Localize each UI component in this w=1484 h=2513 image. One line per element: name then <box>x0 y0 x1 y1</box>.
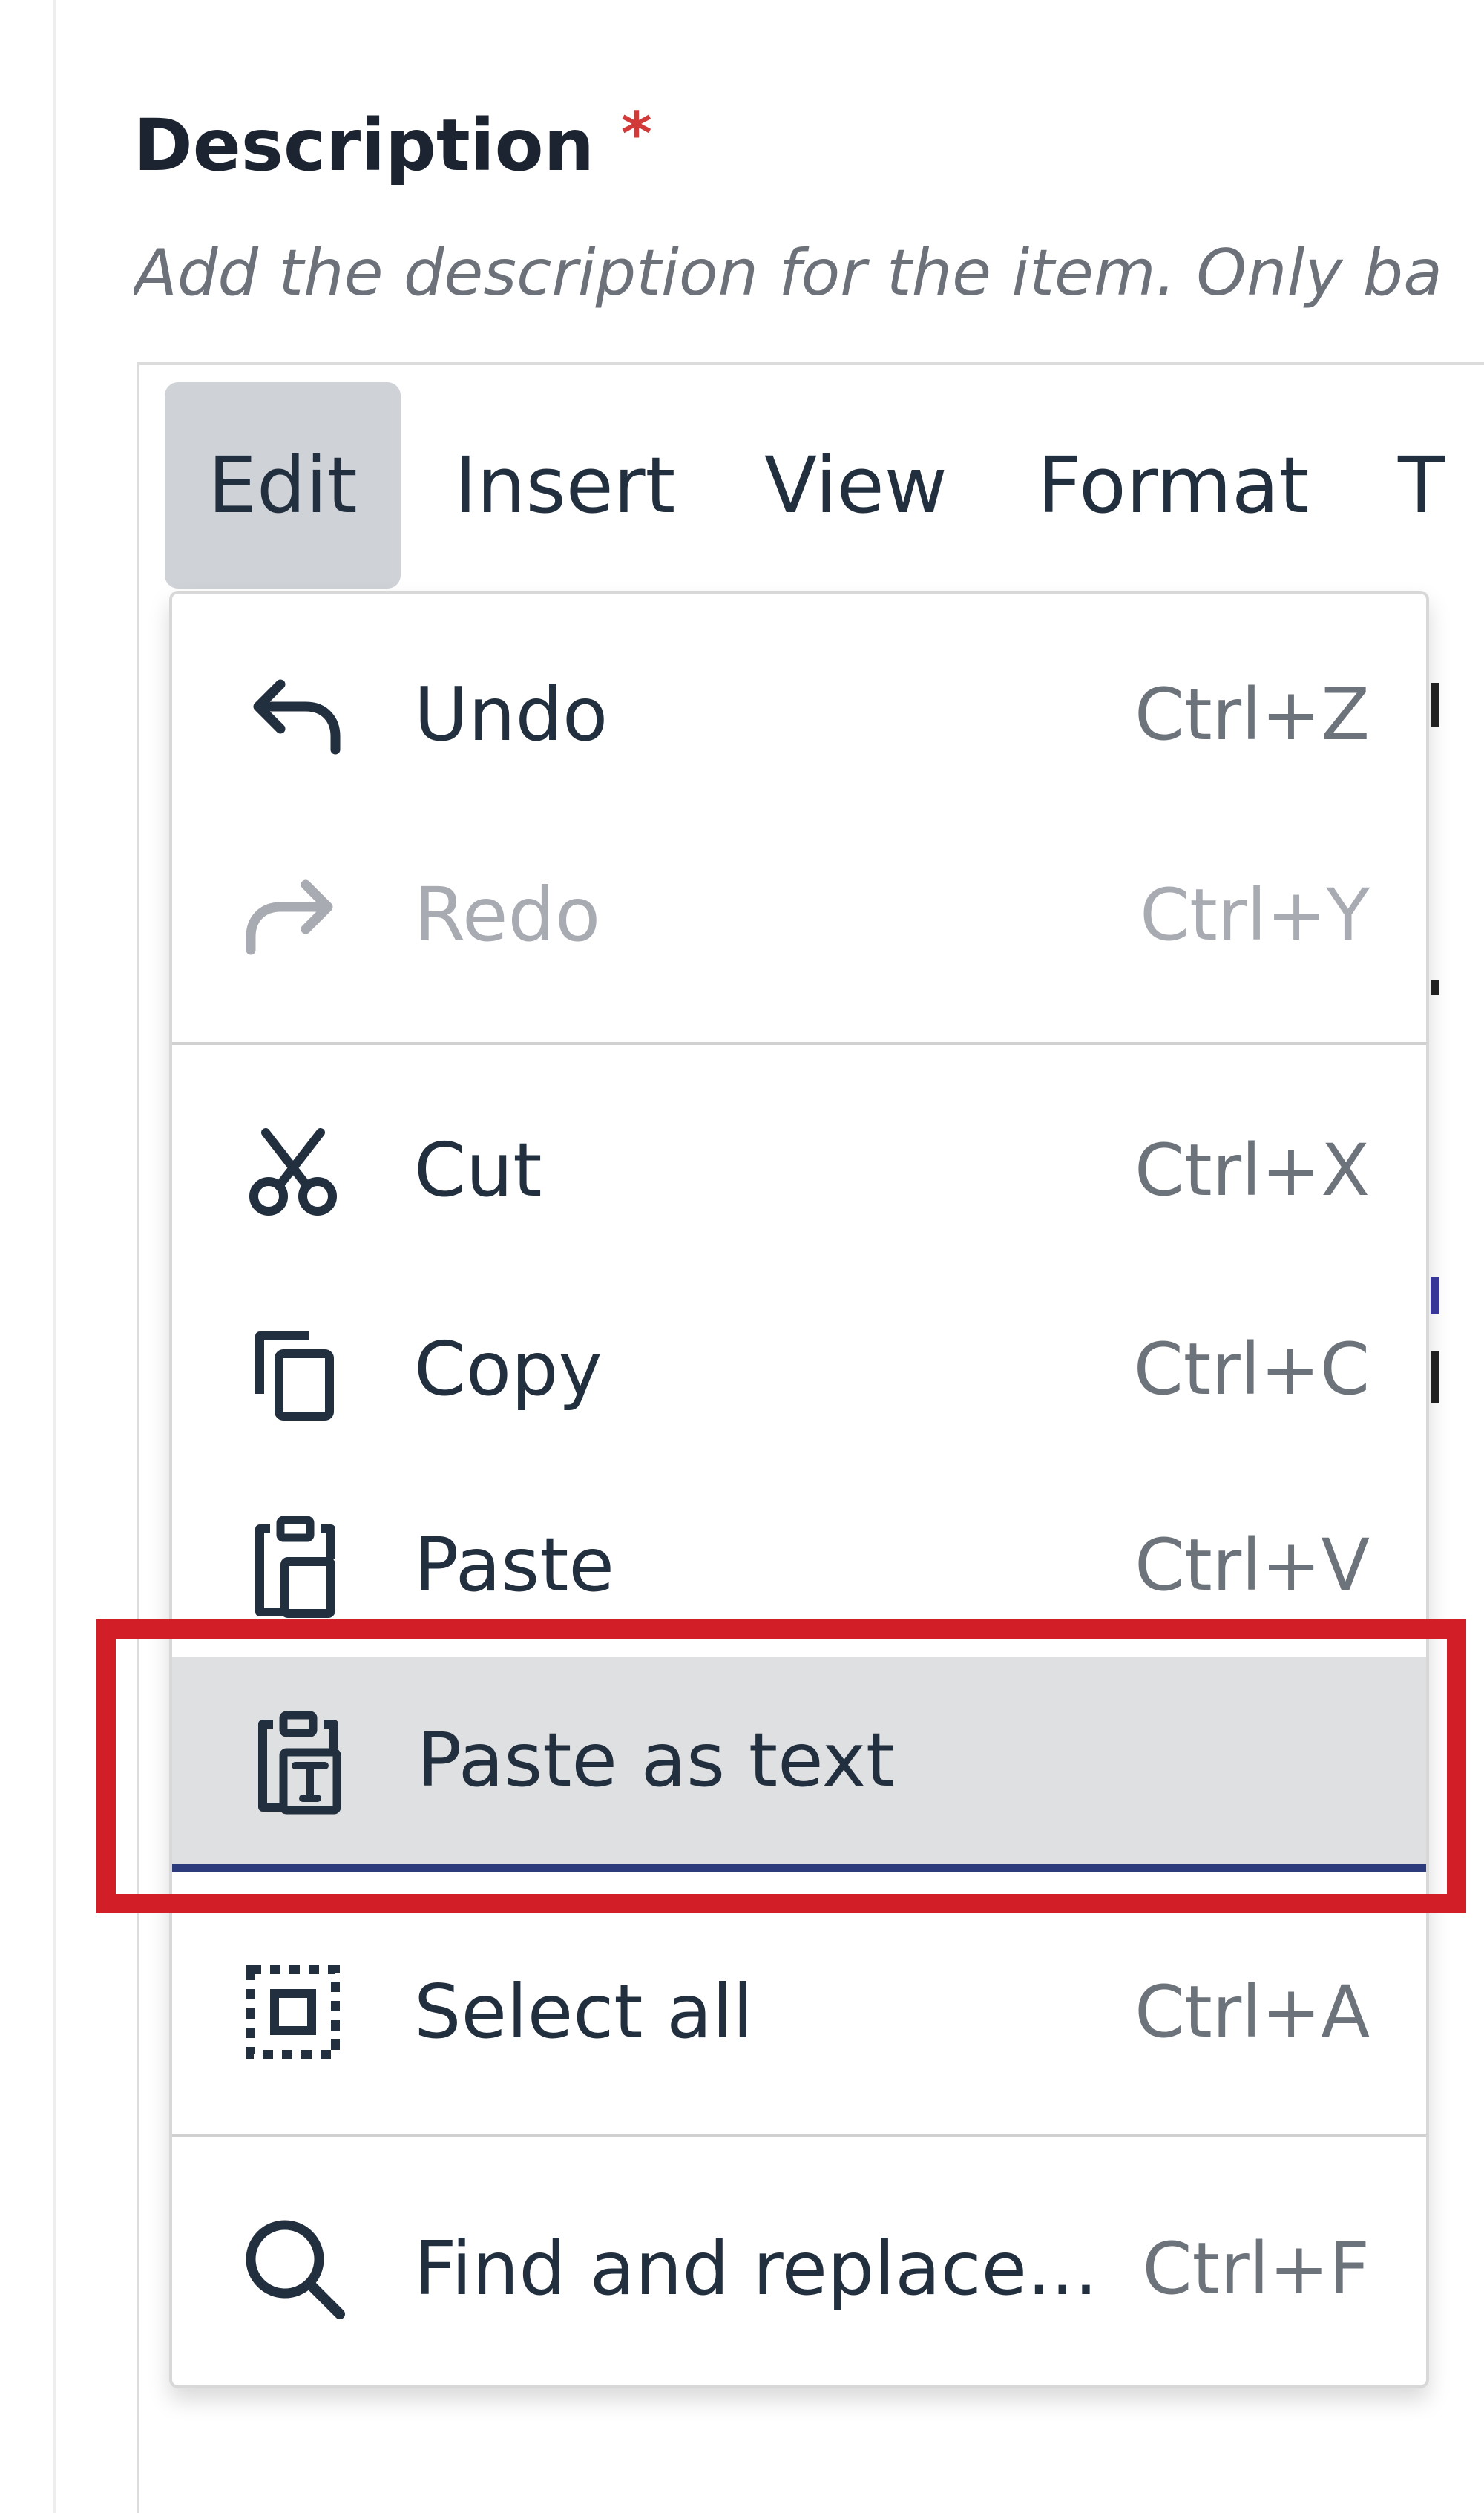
menubar-view[interactable]: View <box>764 382 948 589</box>
undo-icon <box>237 659 349 770</box>
content-edge-fragment <box>1431 980 1439 995</box>
menu-item-find-and-replace[interactable]: Find and replace... Ctrl+F <box>169 2176 1429 2362</box>
menu-item-label: Copy <box>414 1326 603 1412</box>
paste-icon <box>237 1510 349 1621</box>
menu-item-select-all[interactable]: Select all Ctrl+A <box>169 1919 1429 2105</box>
menu-item-shortcut: Ctrl+X <box>1134 1129 1370 1212</box>
field-label-text: Description <box>134 104 594 187</box>
redo-icon <box>237 859 349 971</box>
content-edge-fragment <box>1431 1351 1439 1403</box>
menu-item-copy[interactable]: Copy Ctrl+C <box>169 1277 1429 1462</box>
left-divider <box>53 0 56 2513</box>
menu-item-redo[interactable]: Redo Ctrl+Y <box>169 822 1429 1008</box>
menu-item-shortcut: Ctrl+A <box>1135 1970 1370 2054</box>
required-asterisk: * <box>620 99 652 168</box>
menu-item-shortcut: Ctrl+C <box>1133 1328 1370 1411</box>
menubar-insert[interactable]: Insert <box>454 382 675 589</box>
menubar-edit[interactable]: Edit <box>165 382 401 589</box>
annotation-highlight-box <box>96 1619 1466 1913</box>
menu-item-shortcut: Ctrl+Z <box>1134 673 1370 756</box>
cut-icon <box>237 1115 349 1226</box>
field-label: Description * <box>134 99 652 187</box>
page: Description * Add the description for the… <box>0 0 1484 2513</box>
menu-item-undo[interactable]: Undo Ctrl+Z <box>169 622 1429 807</box>
select-all-icon <box>237 1956 349 2068</box>
content-edge-fragment <box>1431 683 1439 727</box>
menu-separator <box>172 1042 1426 1045</box>
menu-item-label: Select all <box>414 1968 754 2055</box>
content-edge-fragment <box>1431 1277 1439 1314</box>
menubar-format[interactable]: Format <box>1037 382 1310 589</box>
editor-menubar: Edit Insert View Format T <box>165 382 1484 589</box>
search-icon <box>237 2213 349 2324</box>
menu-item-label: Cut <box>414 1127 542 1213</box>
menu-item-cut[interactable]: Cut Ctrl+X <box>169 1078 1429 1263</box>
menubar-tools-truncated[interactable]: T <box>1398 382 1445 589</box>
field-help-text: Add the description for the item. Only b… <box>134 236 1439 310</box>
menu-item-shortcut: Ctrl+Y <box>1140 874 1370 957</box>
menu-item-shortcut: Ctrl+F <box>1142 2227 1370 2310</box>
copy-icon <box>237 1314 349 1425</box>
menu-item-label: Find and replace... <box>414 2225 1098 2312</box>
menu-separator <box>172 2134 1426 2137</box>
menu-item-label: Redo <box>414 871 601 958</box>
menu-item-label: Undo <box>414 671 608 758</box>
